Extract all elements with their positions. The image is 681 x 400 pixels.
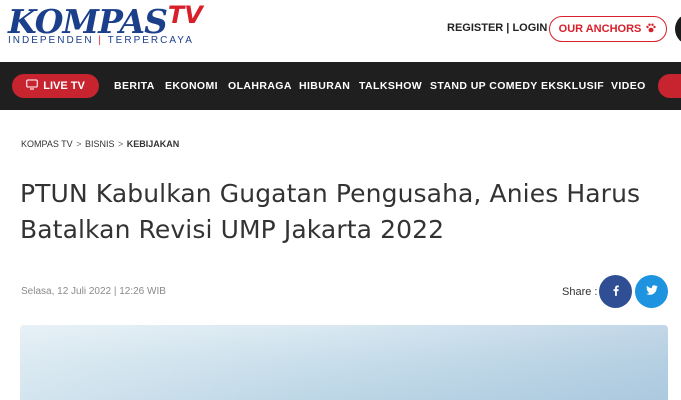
breadcrumb-separator: > bbox=[118, 139, 124, 149]
tagline-right: TERPERCAYA bbox=[107, 35, 194, 46]
share-facebook-button[interactable] bbox=[599, 275, 632, 308]
breadcrumb-separator: > bbox=[76, 139, 82, 149]
paw-icon bbox=[645, 22, 657, 37]
live-tv-label: LIVE TV bbox=[43, 80, 85, 92]
nav-item-ekonomi[interactable]: EKONOMI bbox=[165, 80, 218, 93]
article-hero-image bbox=[20, 325, 668, 400]
tagline-left: INDEPENDEN bbox=[8, 35, 94, 46]
nav-item-olahraga[interactable]: OLAHRAGA bbox=[228, 80, 292, 93]
share-twitter-button[interactable] bbox=[635, 275, 668, 308]
register-link[interactable]: REGISTER bbox=[447, 22, 503, 34]
article-date: Selasa, 12 Juli 2022 | 12:26 WIB bbox=[21, 286, 166, 297]
logo-tv-mark: TV bbox=[167, 1, 203, 29]
breadcrumb-item-kebijakan[interactable]: KEBIJAKAN bbox=[127, 139, 180, 149]
article-title: PTUN Kabulkan Gugatan Pengusaha, Anies H… bbox=[20, 179, 641, 244]
nav-item-talkshow[interactable]: TALKSHOW bbox=[359, 80, 422, 93]
site-header: KOMPASTV INDEPENDEN | TERPERCAYA REGISTE… bbox=[0, 0, 681, 62]
nav-item-hiburan[interactable]: HIBURAN bbox=[299, 80, 350, 93]
our-anchors-label: OUR ANCHORS bbox=[558, 23, 642, 35]
site-logo[interactable]: KOMPASTV INDEPENDEN | TERPERCAYA bbox=[8, 1, 203, 46]
main-nav: LIVE TV BERITA EKONOMI OLAHRAGA HIBURAN … bbox=[0, 62, 681, 110]
nav-item-berita[interactable]: BERITA bbox=[114, 80, 155, 93]
tagline-separator: | bbox=[98, 35, 103, 46]
breadcrumb-item-bisnis[interactable]: BISNIS bbox=[85, 139, 115, 149]
breadcrumb-item-kompas-tv[interactable]: KOMPAS TV bbox=[21, 139, 73, 149]
twitter-icon bbox=[645, 282, 659, 301]
auth-links: REGISTER | LOGIN bbox=[447, 22, 547, 34]
tv-icon bbox=[26, 79, 39, 93]
auth-separator: | bbox=[506, 22, 510, 34]
nav-overflow-button[interactable] bbox=[658, 74, 681, 98]
breadcrumb: KOMPAS TV > BISNIS > KEBIJAKAN bbox=[21, 139, 179, 149]
share-label: Share : bbox=[562, 286, 598, 298]
facebook-icon bbox=[609, 282, 623, 301]
our-anchors-button[interactable]: OUR ANCHORS bbox=[549, 16, 667, 42]
live-tv-button[interactable]: LIVE TV bbox=[12, 74, 99, 98]
nav-item-video[interactable]: VIDEO bbox=[611, 80, 646, 93]
login-link[interactable]: LOGIN bbox=[512, 22, 547, 34]
nav-item-stand-up-comedy[interactable]: STAND UP COMEDY bbox=[430, 80, 538, 93]
user-avatar-button[interactable] bbox=[675, 13, 681, 45]
nav-item-eksklusif[interactable]: EKSKLUSIF bbox=[541, 80, 604, 93]
logo-tagline: INDEPENDEN | TERPERCAYA bbox=[8, 35, 203, 46]
